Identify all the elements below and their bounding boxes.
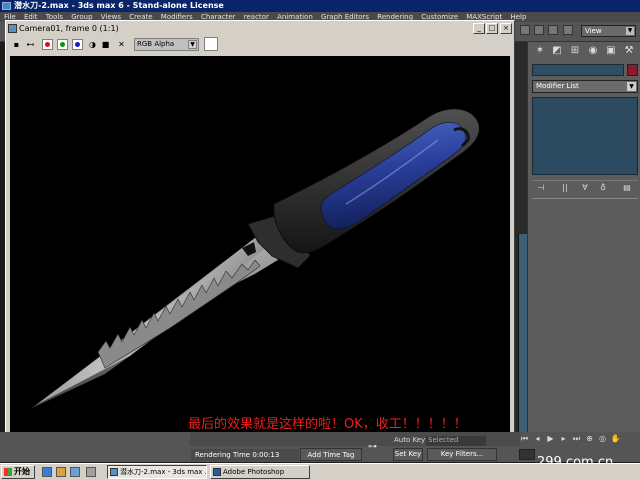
configure-sets-icon[interactable]: ▤ xyxy=(620,182,634,194)
go-to-end-icon[interactable]: ⏭ xyxy=(570,434,583,444)
channel-value: RGB Alpha xyxy=(137,40,175,48)
play-icon[interactable]: ▶ xyxy=(544,434,557,443)
set-key-button[interactable]: Set Key xyxy=(393,448,423,461)
motion-tab-icon[interactable]: ◉ xyxy=(586,44,600,58)
playback-controls: ⏮ ◂ ▶ ▸ ⏭ ⊕ ◎ ✋ xyxy=(518,434,638,446)
rendered-image: 最后的效果就是这样的啦！OK，收工！！！！！ xyxy=(10,56,510,436)
task-label: Adobe Photoshop xyxy=(223,468,285,476)
start-label: 开始 xyxy=(14,467,30,476)
hierarchy-tab-icon[interactable]: ⊞ xyxy=(568,44,582,58)
app-title: 潜水刀-2.max - 3ds max 6 - Stand-alone Lice… xyxy=(14,1,224,10)
orbit-icon[interactable]: ◎ xyxy=(596,434,609,443)
reference-coordinate-dropdown[interactable]: View ▼ xyxy=(581,25,636,37)
show-end-result-icon[interactable]: || xyxy=(558,182,572,194)
clone-window-icon[interactable]: ⊷ xyxy=(25,39,36,50)
key-filters-button[interactable]: Key Filters... xyxy=(427,448,497,461)
viewport-background xyxy=(518,234,527,432)
pin-stack-icon[interactable]: ⊣ xyxy=(534,182,548,194)
alpha-channel-icon[interactable]: ◑ xyxy=(87,39,98,50)
chevron-down-icon: ▼ xyxy=(627,82,636,91)
go-to-start-icon[interactable]: ⏮ xyxy=(518,434,531,444)
blue-channel-toggle[interactable] xyxy=(72,39,83,50)
clear-icon[interactable]: ✕ xyxy=(116,39,127,50)
toolbar-button[interactable] xyxy=(548,25,558,35)
task-label: 潜水刀-2.max - 3ds max ... xyxy=(120,468,207,476)
quicklaunch-icon[interactable] xyxy=(86,467,96,477)
folder-quicklaunch-icon[interactable] xyxy=(56,467,66,477)
selection-set-dropdown[interactable]: Selected xyxy=(426,436,486,446)
render-window-titlebar[interactable]: Camera01, frame 0 (1:1) _ □ × xyxy=(7,22,513,35)
toolbar-button[interactable] xyxy=(534,25,544,35)
rendering-time-text: Rendering Time 0:00:13 xyxy=(191,449,299,461)
maximize-button[interactable]: □ xyxy=(486,23,498,34)
previous-frame-icon[interactable]: ◂ xyxy=(531,434,544,443)
windows-taskbar: 开始 潜水刀-2.max - 3ds max ... Adobe Photosh… xyxy=(0,463,640,480)
object-name-field[interactable] xyxy=(532,64,624,76)
desktop-quicklaunch-icon[interactable] xyxy=(70,467,80,477)
pixel-color-swatch[interactable] xyxy=(204,37,218,51)
modify-tab-icon[interactable]: ◩ xyxy=(550,44,564,58)
modifier-stack[interactable] xyxy=(532,97,638,175)
command-panel: ✶ ◩ ⊞ ◉ ▣ ⚒ Modifier List ▼ ⊣ || ∀ ♁ ▤ xyxy=(527,42,640,432)
task-3dsmax[interactable]: 潜水刀-2.max - 3ds max ... xyxy=(107,465,207,479)
red-channel-toggle[interactable] xyxy=(42,39,53,50)
photoshop-task-icon xyxy=(213,468,221,476)
key-icon[interactable]: ⊶ xyxy=(368,442,388,452)
windows-logo-icon xyxy=(4,468,12,476)
rendered-knife-image xyxy=(31,108,480,409)
reference-coordinate-value: View xyxy=(585,27,602,35)
modifier-list-label: Modifier List xyxy=(536,82,579,90)
zoom-icon[interactable]: ⊕ xyxy=(583,434,596,443)
chevron-down-icon: ▼ xyxy=(626,27,634,35)
current-frame-field[interactable] xyxy=(519,449,535,460)
next-frame-icon[interactable]: ▸ xyxy=(557,434,570,443)
chevron-down-icon: ▼ xyxy=(188,40,197,49)
start-button[interactable]: 开始 xyxy=(1,465,35,479)
command-panel-tabs: ✶ ◩ ⊞ ◉ ▣ ⚒ xyxy=(531,44,639,60)
display-tab-icon[interactable]: ▣ xyxy=(604,44,618,58)
app-titlebar: 潜水刀-2.max - 3ds max 6 - Stand-alone Lice… xyxy=(0,0,640,12)
divider xyxy=(532,198,638,199)
save-bitmap-icon[interactable]: ▪ xyxy=(11,39,22,50)
toolbar-button[interactable] xyxy=(520,25,530,35)
ie-quicklaunch-icon[interactable] xyxy=(42,467,52,477)
toolbar-button[interactable] xyxy=(563,25,573,35)
create-tab-icon[interactable]: ✶ xyxy=(533,44,547,58)
pan-icon[interactable]: ✋ xyxy=(609,434,622,443)
3dsmax-app-icon xyxy=(2,2,11,10)
add-time-tag-button[interactable]: Add Time Tag xyxy=(300,448,362,461)
object-color-swatch[interactable] xyxy=(627,64,638,76)
3dsmax-task-icon xyxy=(110,468,118,476)
rendered-frame-window: Camera01, frame 0 (1:1) _ □ × ▪ ⊷ ◑ ■ ✕ … xyxy=(5,20,515,440)
viewport-edge xyxy=(514,42,527,432)
render-caption: 最后的效果就是这样的啦！OK，收工！！！！！ xyxy=(188,417,467,432)
task-photoshop[interactable]: Adobe Photoshop xyxy=(210,465,310,479)
close-button[interactable]: × xyxy=(500,23,512,34)
remove-modifier-icon[interactable]: ♁ xyxy=(596,182,610,194)
render-window-toolbar: ▪ ⊷ ◑ ■ ✕ RGB Alpha ▼ xyxy=(7,36,513,54)
green-channel-toggle[interactable] xyxy=(57,39,68,50)
utilities-tab-icon[interactable]: ⚒ xyxy=(622,44,636,58)
minimize-button[interactable]: _ xyxy=(473,23,485,34)
render-window-icon xyxy=(8,24,17,33)
make-unique-icon[interactable]: ∀ xyxy=(578,182,592,194)
render-window-title: Camera01, frame 0 (1:1) xyxy=(19,24,119,33)
monochrome-icon[interactable]: ■ xyxy=(100,39,111,50)
modifier-stack-buttons: ⊣ || ∀ ♁ ▤ xyxy=(532,180,638,194)
channel-dropdown[interactable]: RGB Alpha ▼ xyxy=(134,38,199,51)
modifier-list-dropdown[interactable]: Modifier List ▼ xyxy=(532,80,638,93)
